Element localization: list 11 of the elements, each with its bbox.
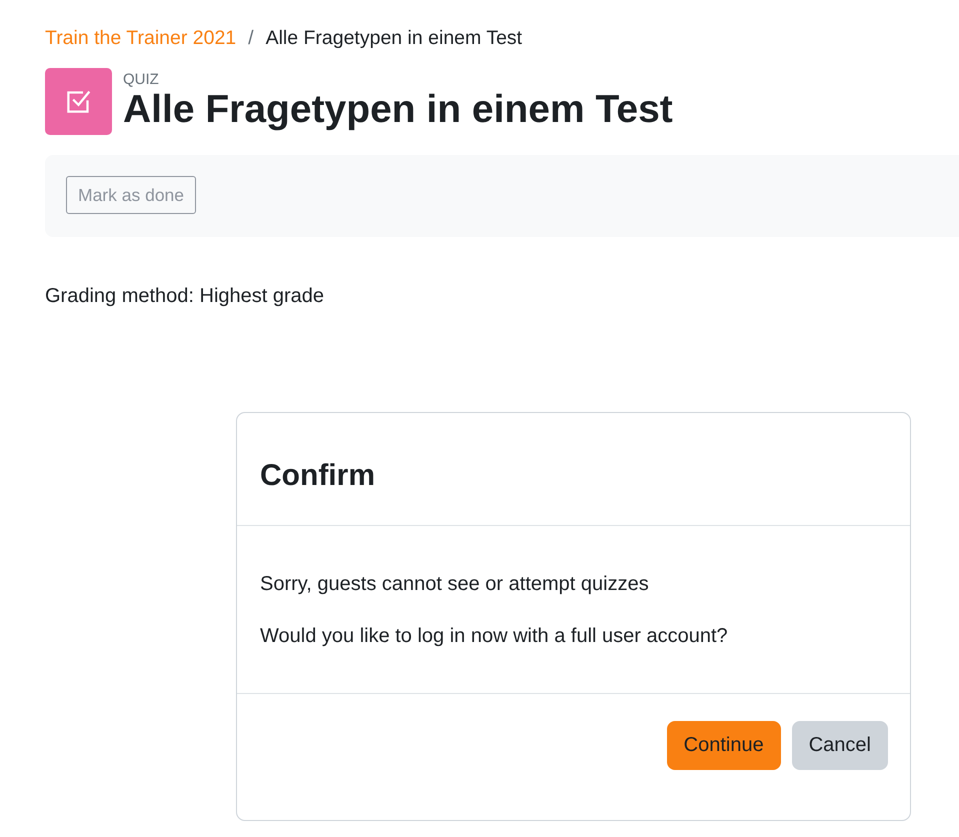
dialog-message: Sorry, guests cannot see or attempt quizzes: [260, 572, 650, 596]
dialog-title: Confirm: [260, 458, 375, 493]
cancel-button[interactable]: Cancel: [792, 721, 888, 770]
page-title: Alle Fragetypen in einem Test: [123, 88, 673, 132]
continue-button[interactable]: Continue: [666, 721, 781, 770]
breadcrumb-separator: /: [248, 26, 254, 50]
quiz-info-text: Grading method: Highest grade: [45, 284, 326, 308]
breadcrumb-current: Alle Fragetypen in einem Test: [266, 26, 522, 50]
activity-type-label: QUIZ: [123, 71, 160, 88]
checkbox-icon: [45, 68, 112, 135]
dialog-message: Would you like to log in now with a full user account?: [260, 624, 729, 648]
